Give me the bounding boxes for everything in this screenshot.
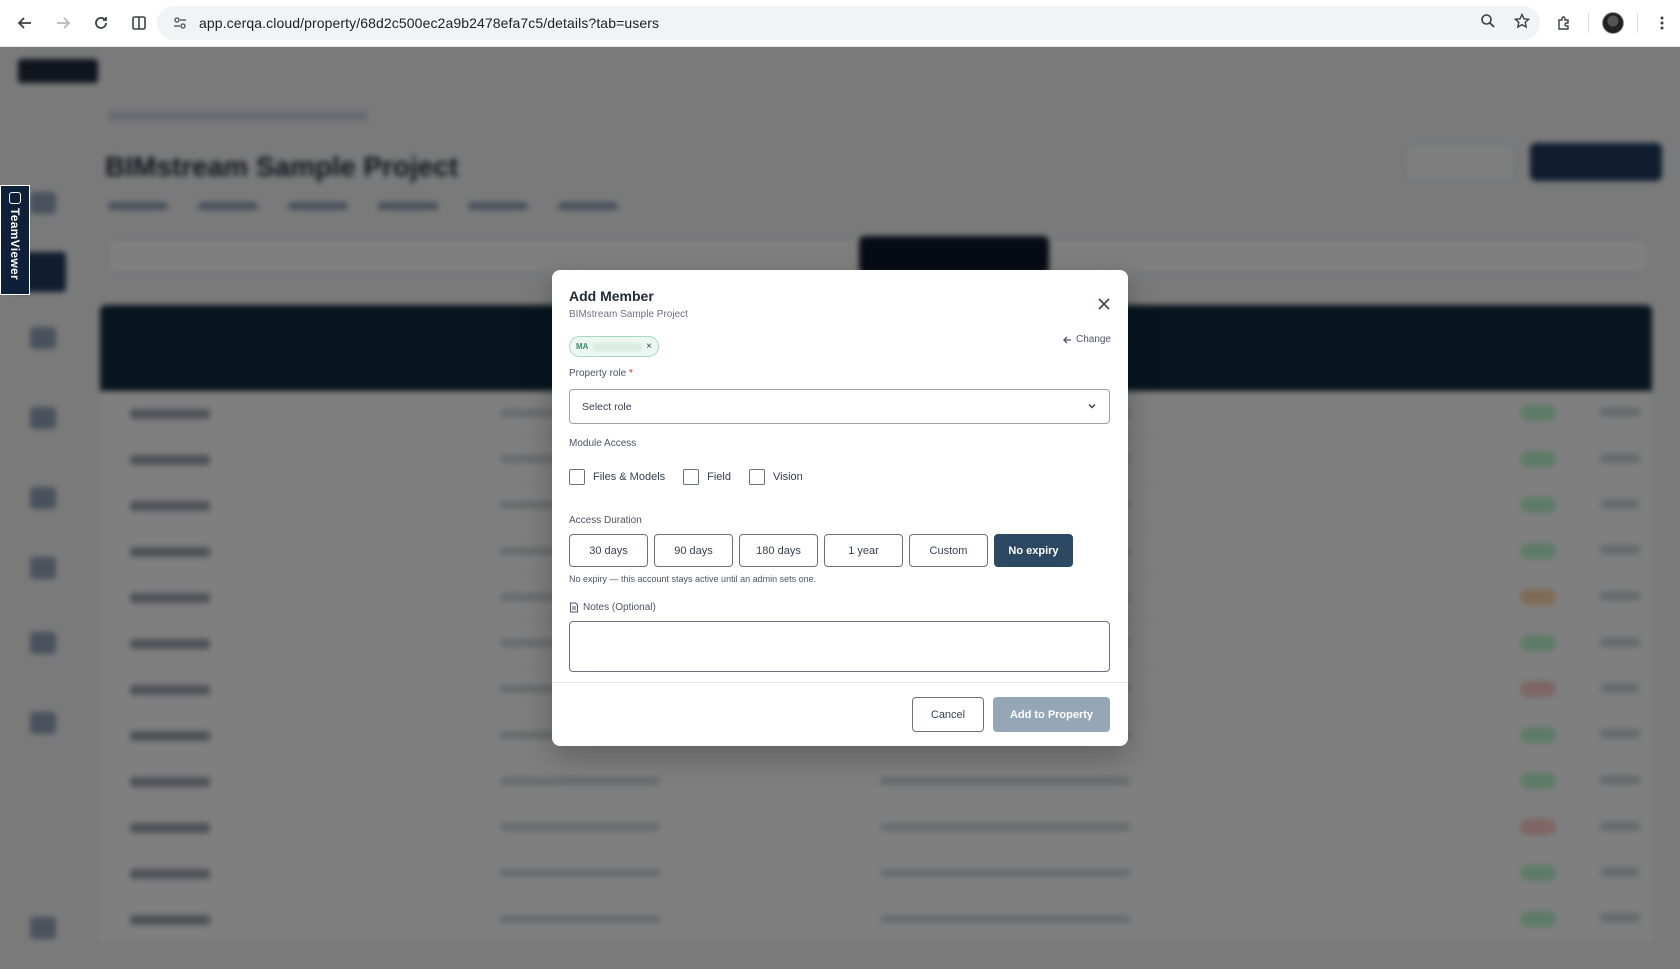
teamviewer-tab[interactable]: TeamViewer: [0, 185, 30, 295]
add-member-dialog: Add Member BIMstream Sample Project MA ×…: [552, 270, 1128, 746]
property-role-select[interactable]: Select role: [569, 389, 1110, 424]
access-duration-options: 30 days 90 days 180 days 1 year Custom N…: [569, 534, 1079, 567]
module-field[interactable]: Field: [683, 469, 731, 485]
duration-1-year-button[interactable]: 1 year: [824, 534, 903, 567]
bookmark-star-icon[interactable]: [1513, 12, 1531, 34]
field-checkbox[interactable]: [683, 469, 700, 485]
browser-menu-icon[interactable]: [1644, 6, 1680, 40]
extensions-icon[interactable]: [1546, 6, 1582, 40]
forward-icon[interactable]: [46, 6, 80, 40]
back-icon[interactable]: [8, 6, 42, 40]
access-duration-label: Access Duration: [569, 515, 642, 526]
duration-180-days-button[interactable]: 180 days: [739, 534, 818, 567]
notes-textarea[interactable]: [569, 621, 1110, 672]
module-access-options: Files & Models Field Vision: [569, 469, 821, 485]
notes-label: Notes (Optional): [569, 602, 656, 613]
change-label: Change: [1075, 334, 1111, 345]
duration-no-expiry-button[interactable]: No expiry: [994, 534, 1073, 567]
property-role-placeholder: Select role: [582, 400, 632, 413]
dialog-title: Add Member: [569, 288, 654, 304]
cancel-button[interactable]: Cancel: [912, 697, 984, 732]
duration-30-days-button[interactable]: 30 days: [569, 534, 648, 567]
duration-custom-button[interactable]: Custom: [909, 534, 988, 567]
chevron-down-icon: [1088, 404, 1096, 409]
files-models-checkbox[interactable]: [569, 469, 585, 485]
module-access-label: Module Access: [569, 438, 637, 449]
add-to-property-button[interactable]: Add to Property: [993, 697, 1110, 732]
change-member-link[interactable]: Change: [1062, 334, 1111, 345]
member-initials: MA: [576, 342, 589, 351]
vision-checkbox[interactable]: [748, 469, 765, 485]
close-button[interactable]: [1094, 294, 1114, 314]
teamviewer-label: TeamViewer: [8, 208, 22, 280]
property-role-label: Property role *: [569, 368, 633, 379]
selected-member-chip: MA ×: [569, 336, 659, 357]
required-mark: *: [629, 368, 633, 379]
teamviewer-icon: [9, 192, 21, 204]
duration-hint: No expiry — this account stays active un…: [569, 574, 817, 584]
split-view-icon[interactable]: [122, 6, 156, 40]
browser-toolbar: app.cerqa.cloud/property/68d2c500ec2a9b2…: [0, 0, 1680, 47]
arrow-left-icon: [1063, 336, 1071, 343]
close-icon: [1098, 298, 1110, 310]
profile-avatar[interactable]: [1595, 6, 1631, 40]
duration-90-days-button[interactable]: 90 days: [654, 534, 733, 567]
module-files-models[interactable]: Files & Models: [569, 469, 665, 485]
reload-icon[interactable]: [84, 6, 118, 40]
address-bar[interactable]: app.cerqa.cloud/property/68d2c500ec2a9b2…: [157, 6, 1540, 40]
document-icon: [570, 602, 578, 613]
dialog-footer-divider: [552, 682, 1128, 683]
site-settings-icon[interactable]: [165, 15, 195, 31]
remove-member-icon[interactable]: ×: [646, 341, 652, 352]
member-name-redacted: [593, 342, 643, 351]
dialog-subtitle: BIMstream Sample Project: [569, 309, 688, 320]
module-vision[interactable]: Vision: [748, 469, 803, 485]
zoom-icon[interactable]: [1480, 13, 1496, 34]
url-text[interactable]: app.cerqa.cloud/property/68d2c500ec2a9b2…: [199, 15, 659, 31]
